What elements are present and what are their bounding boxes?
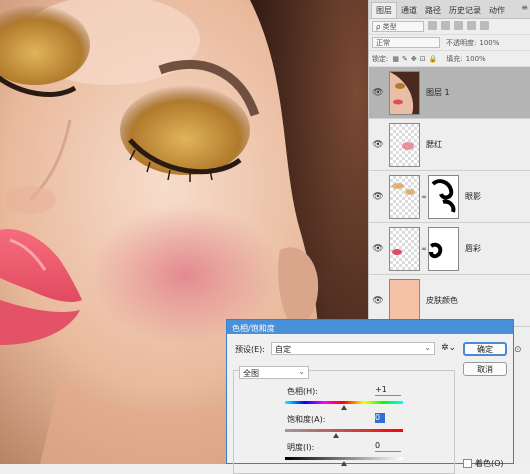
panel-tabs: 图层 通道 路径 历史记录 动作	[369, 0, 530, 19]
link-chain-icon[interactable]: ∞	[420, 193, 428, 201]
channel-value: 全图	[243, 369, 259, 378]
tab-actions[interactable]: 动作	[485, 3, 509, 18]
hue-saturation-dialog: 色相/饱和度 预设(E): 自定 ⌄ ✲⌄ 确定 取消 全图 ⌄ 色相(H): …	[226, 319, 514, 474]
layer-name: 皮肤颜色	[426, 296, 458, 305]
lock-label: 锁定:	[372, 54, 389, 63]
visibility-eye-icon[interactable]: 👁	[369, 296, 387, 306]
visibility-eye-icon[interactable]: 👁	[369, 244, 387, 254]
preset-options-gear-icon[interactable]: ✲⌄	[441, 343, 456, 353]
smart-filter-icon[interactable]	[480, 21, 489, 30]
layer-name: 图层 1	[426, 88, 450, 97]
blend-mode-label: 正常	[376, 38, 390, 47]
blend-mode-select[interactable]: 正常	[372, 37, 440, 48]
ok-button[interactable]: 确定	[463, 342, 507, 356]
lightness-value[interactable]: 0	[375, 441, 401, 452]
hue-slider-handle[interactable]	[341, 405, 347, 410]
lightness-slider[interactable]	[285, 457, 403, 460]
adjustment-filter-icon[interactable]	[441, 21, 450, 30]
opacity-value[interactable]: 100%	[479, 39, 499, 47]
hue-value[interactable]: +1	[375, 385, 401, 396]
saturation-label: 饱和度(A):	[287, 415, 326, 424]
tab-paths[interactable]: 路径	[421, 3, 445, 18]
preset-label: 预设(E):	[235, 345, 265, 354]
layer-mask-thumbnail[interactable]	[428, 226, 459, 271]
saturation-slider[interactable]	[285, 429, 403, 432]
visibility-eye-icon[interactable]: 👁	[369, 140, 387, 150]
fill-value[interactable]: 100%	[466, 55, 486, 63]
cancel-button[interactable]: 取消	[463, 362, 507, 376]
link-chain-icon[interactable]: ∞	[420, 245, 428, 253]
shape-filter-icon[interactable]	[467, 21, 476, 30]
saturation-value[interactable]: 0	[375, 413, 385, 423]
filter-kind-label: ρ 类型	[376, 22, 397, 31]
saturation-slider-handle[interactable]	[333, 433, 339, 438]
filter-kind-select[interactable]: ρ 类型	[372, 21, 424, 32]
layer-thumbnail	[389, 70, 420, 115]
channel-select[interactable]: 全图 ⌄	[239, 366, 309, 379]
layer-mask-thumbnail[interactable]	[428, 174, 459, 219]
layer-thumbnail	[389, 174, 420, 219]
hue-slider[interactable]	[285, 401, 403, 404]
filter-icons	[424, 21, 489, 32]
blend-row: 正常 不透明度: 100%	[369, 35, 530, 51]
lock-row: 锁定: ▦✎✥⊡🔒 填充: 100%	[369, 51, 530, 67]
chevron-down-icon: ⌄	[298, 367, 305, 376]
dialog-title: 色相/饱和度	[227, 320, 513, 334]
layer-row-eyeshadow[interactable]: 👁 ∞ 眼影	[369, 171, 530, 223]
fill-label: 填充:	[446, 54, 463, 63]
layer-name: 唇彩	[465, 244, 481, 253]
layer-row-layer1[interactable]: 👁 图层 1	[369, 67, 530, 119]
lock-icons[interactable]: ▦✎✥⊡🔒	[392, 55, 440, 63]
tab-history[interactable]: 历史记录	[445, 3, 485, 18]
layer-row-lipgloss[interactable]: 👁 ∞ 唇彩	[369, 223, 530, 275]
opacity-label: 不透明度:	[446, 38, 477, 47]
filter-row: ρ 类型	[369, 19, 530, 35]
layer-thumbnail	[389, 278, 420, 323]
layer-thumbnail	[389, 122, 420, 167]
layer-row-blush[interactable]: 👁 腮红	[369, 119, 530, 171]
preset-select[interactable]: 自定 ⌄	[271, 342, 435, 355]
chevron-down-icon: ⌄	[424, 343, 431, 352]
tab-channels[interactable]: 通道	[397, 3, 421, 18]
visibility-eye-icon[interactable]: 👁	[369, 192, 387, 202]
layer-name: 眼影	[465, 192, 481, 201]
lightness-label: 明度(I):	[287, 443, 315, 452]
layer-name: 腮红	[426, 140, 442, 149]
tab-layers[interactable]: 图层	[371, 2, 397, 18]
pixel-filter-icon[interactable]	[428, 21, 437, 30]
preset-value: 自定	[275, 345, 291, 354]
layer-thumbnail	[389, 226, 420, 271]
visibility-eye-icon[interactable]: 👁	[369, 88, 387, 98]
lock-icon: ⊙	[514, 345, 522, 355]
panel-menu-icon[interactable]: ≡	[521, 3, 528, 12]
hue-label: 色相(H):	[287, 387, 318, 396]
type-filter-icon[interactable]	[454, 21, 463, 30]
